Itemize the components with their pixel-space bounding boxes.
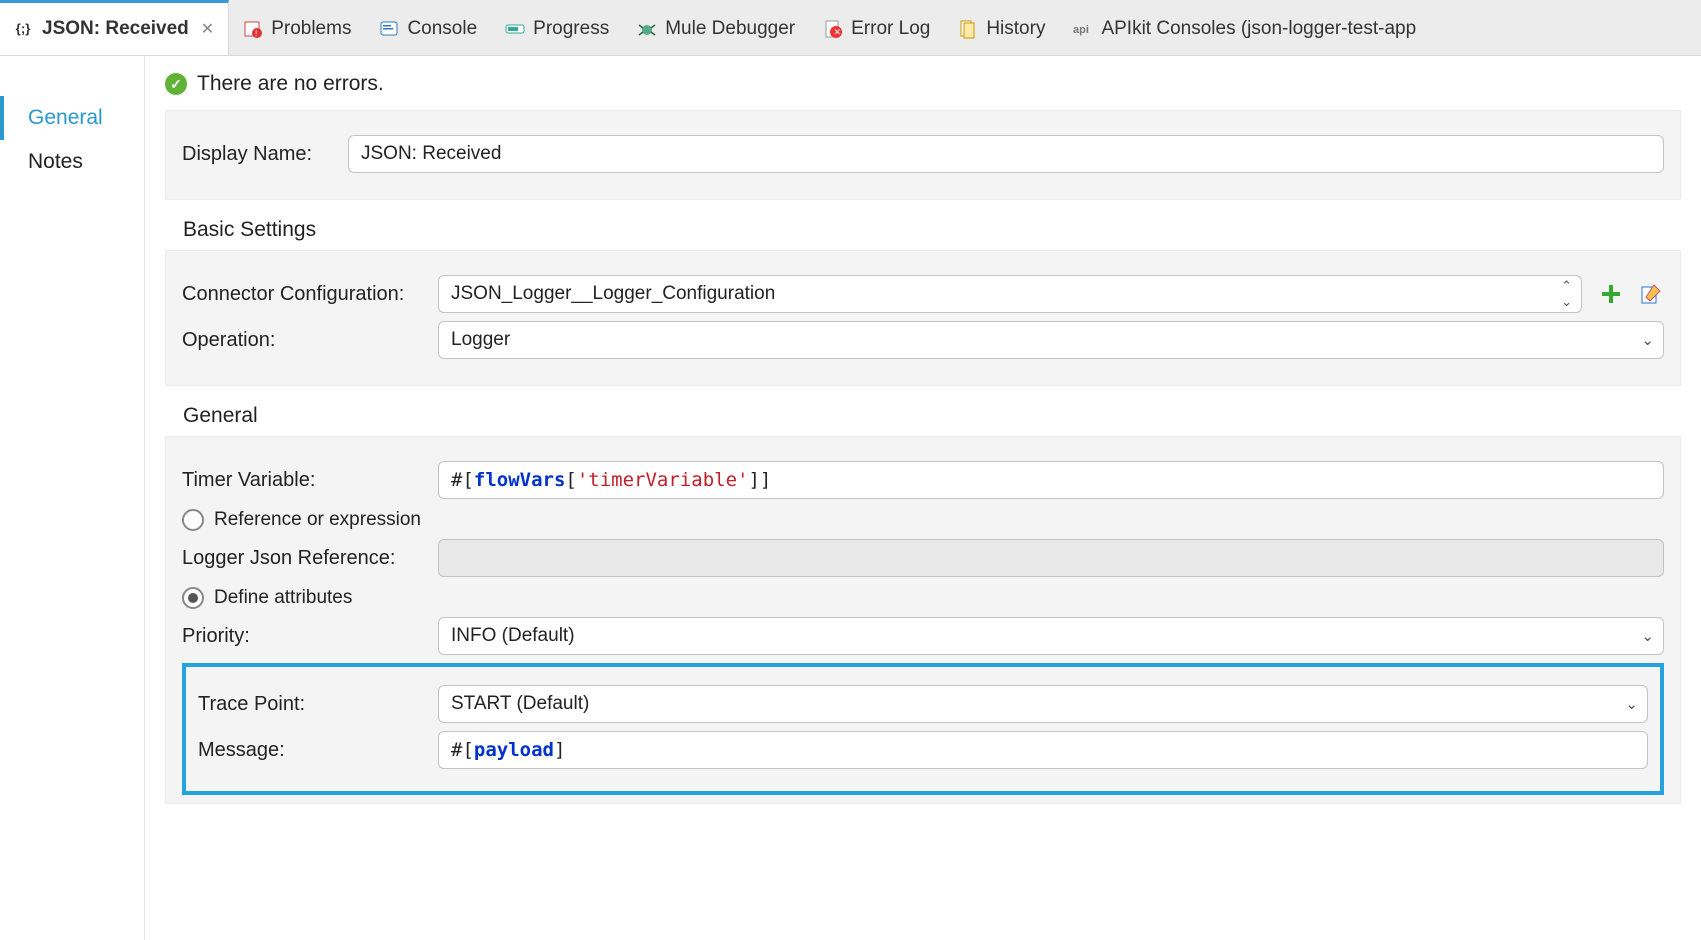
- logger-json-reference-label: Logger Json Reference:: [182, 547, 422, 570]
- bug-icon: [637, 19, 657, 39]
- sidebar-item-notes[interactable]: Notes: [0, 140, 144, 184]
- priority-label: Priority:: [182, 625, 422, 648]
- status-row: ✓ There are no errors.: [165, 72, 1681, 110]
- radio-define-label: Define attributes: [214, 587, 352, 609]
- radio-define-row[interactable]: Define attributes: [182, 587, 1664, 609]
- basic-settings-title: Basic Settings: [183, 218, 1681, 242]
- radio-reference-row[interactable]: Reference or expression: [182, 509, 1664, 531]
- edit-icon: [1640, 283, 1662, 305]
- tab-apikit-consoles[interactable]: api APIkit Consoles (json-logger-test-ap…: [1059, 0, 1430, 55]
- trace-point-value: START (Default): [451, 693, 589, 715]
- mel-keyword: payload: [474, 739, 554, 761]
- display-name-label: Display Name:: [182, 143, 332, 166]
- operation-value: Logger: [451, 329, 510, 351]
- sidebar-item-label: Notes: [28, 150, 83, 173]
- mel-keyword: flowVars: [474, 469, 566, 491]
- edit-config-button[interactable]: [1638, 281, 1664, 307]
- sidebar-item-label: General: [28, 106, 103, 129]
- json-icon: {;}: [14, 19, 34, 39]
- basic-settings-panel: Connector Configuration: JSON_Logger__Lo…: [165, 250, 1681, 386]
- progress-icon: [505, 19, 525, 39]
- history-icon: [958, 19, 978, 39]
- tab-console[interactable]: Console: [365, 0, 491, 55]
- svg-text:api: api: [1073, 24, 1089, 36]
- main-content: ✓ There are no errors. Display Name: Bas…: [145, 56, 1701, 940]
- mel-prefix: #[: [451, 469, 474, 491]
- display-name-input[interactable]: [348, 135, 1664, 173]
- mel-string: 'timerVariable': [577, 469, 749, 491]
- api-icon: api: [1073, 19, 1093, 39]
- tab-label: JSON: Received: [42, 18, 189, 40]
- general-title: General: [183, 404, 1681, 428]
- tab-json-received[interactable]: {;} JSON: Received ✕: [0, 0, 229, 55]
- mel-suffix: ]: [554, 739, 565, 761]
- message-input[interactable]: #[payload]: [438, 731, 1648, 769]
- general-panel: Timer Variable: #[flowVars['timerVariabl…: [165, 436, 1681, 804]
- tab-progress[interactable]: Progress: [491, 0, 623, 55]
- radio-unchecked-icon[interactable]: [182, 509, 204, 531]
- sidebar: General Notes: [0, 56, 145, 940]
- trace-point-label: Trace Point:: [198, 693, 422, 716]
- svg-text:{;}: {;}: [16, 21, 31, 36]
- tab-problems[interactable]: ! Problems: [229, 0, 365, 55]
- trace-message-highlight: Trace Point: START (Default) ⌄ Message: …: [182, 663, 1664, 795]
- mel-prefix: #[: [451, 739, 474, 761]
- radio-checked-icon[interactable]: [182, 587, 204, 609]
- priority-value: INFO (Default): [451, 625, 575, 647]
- tab-label: History: [986, 18, 1045, 40]
- operation-select[interactable]: Logger: [438, 321, 1664, 359]
- error-log-icon: ✕: [823, 19, 843, 39]
- close-tab-icon[interactable]: ✕: [197, 19, 214, 39]
- trace-point-select[interactable]: START (Default): [438, 685, 1648, 723]
- sidebar-item-general[interactable]: General: [0, 96, 144, 140]
- tab-label: Mule Debugger: [665, 18, 795, 40]
- display-name-panel: Display Name:: [165, 110, 1681, 200]
- connector-config-label: Connector Configuration:: [182, 283, 422, 306]
- plus-icon: [1600, 283, 1622, 305]
- ok-check-icon: ✓: [165, 73, 187, 95]
- svg-text:✕: ✕: [834, 27, 842, 37]
- tab-history[interactable]: History: [944, 0, 1059, 55]
- add-config-button[interactable]: [1598, 281, 1624, 307]
- radio-reference-label: Reference or expression: [214, 509, 421, 531]
- tab-label: APIkit Consoles (json-logger-test-app: [1101, 18, 1416, 40]
- svg-text:!: !: [255, 29, 257, 38]
- tab-bar: {;} JSON: Received ✕ ! Problems Console …: [0, 0, 1701, 56]
- connector-config-value: JSON_Logger__Logger_Configuration: [451, 283, 775, 305]
- timer-variable-input[interactable]: #[flowVars['timerVariable']]: [438, 461, 1664, 499]
- priority-select[interactable]: INFO (Default): [438, 617, 1664, 655]
- tab-mule-debugger[interactable]: Mule Debugger: [623, 0, 809, 55]
- tab-label: Console: [407, 18, 477, 40]
- connector-config-select[interactable]: JSON_Logger__Logger_Configuration: [438, 275, 1582, 313]
- problems-icon: !: [243, 19, 263, 39]
- timer-variable-label: Timer Variable:: [182, 469, 422, 492]
- tab-error-log[interactable]: ✕ Error Log: [809, 0, 944, 55]
- logger-json-reference-input: [438, 539, 1664, 577]
- tab-label: Progress: [533, 18, 609, 40]
- status-text: There are no errors.: [197, 72, 384, 96]
- operation-label: Operation:: [182, 329, 422, 352]
- message-label: Message:: [198, 739, 422, 762]
- console-icon: [379, 19, 399, 39]
- tab-label: Problems: [271, 18, 351, 40]
- mel-suffix: ]]: [748, 469, 771, 491]
- mel-mid: [: [565, 469, 576, 491]
- tab-label: Error Log: [851, 18, 930, 40]
